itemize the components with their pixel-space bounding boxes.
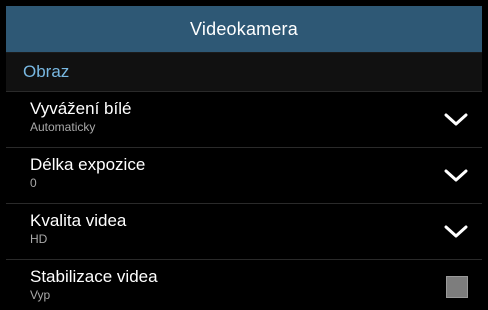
section-header-image: Obraz: [6, 52, 482, 92]
chevron-down-icon[interactable]: [444, 224, 468, 240]
setting-label: Stabilizace videa: [30, 267, 158, 286]
setting-value: HD: [30, 232, 48, 246]
setting-video-quality[interactable]: Kvalita videa HD: [6, 204, 482, 260]
setting-value: Automaticky: [30, 120, 96, 134]
chevron-down-icon[interactable]: [444, 168, 468, 184]
chevron-down-icon[interactable]: [444, 112, 468, 128]
section-title: Obraz: [23, 62, 70, 81]
page-title: Videokamera: [190, 18, 298, 39]
setting-texts: Vyvážení bílé Automaticky: [30, 98, 131, 135]
setting-label: Délka expozice: [30, 155, 146, 174]
setting-texts: Délka expozice 0: [30, 154, 145, 191]
setting-value: Vyp: [30, 288, 51, 302]
setting-label: Kvalita videa: [30, 211, 127, 230]
setting-texts: Stabilizace videa Vyp: [30, 266, 158, 303]
title-bar: Videokamera: [6, 6, 482, 52]
stabilization-checkbox[interactable]: [446, 276, 468, 298]
setting-value: 0: [30, 176, 37, 190]
setting-texts: Kvalita videa HD: [30, 210, 126, 247]
setting-video-stabilization[interactable]: Stabilizace videa Vyp: [6, 260, 482, 310]
camera-settings-panel: Videokamera Obraz Vyvážení bílé Automati…: [0, 0, 488, 310]
setting-label: Vyvážení bílé: [30, 99, 132, 118]
setting-white-balance[interactable]: Vyvážení bílé Automaticky: [6, 92, 482, 148]
setting-exposure[interactable]: Délka expozice 0: [6, 148, 482, 204]
